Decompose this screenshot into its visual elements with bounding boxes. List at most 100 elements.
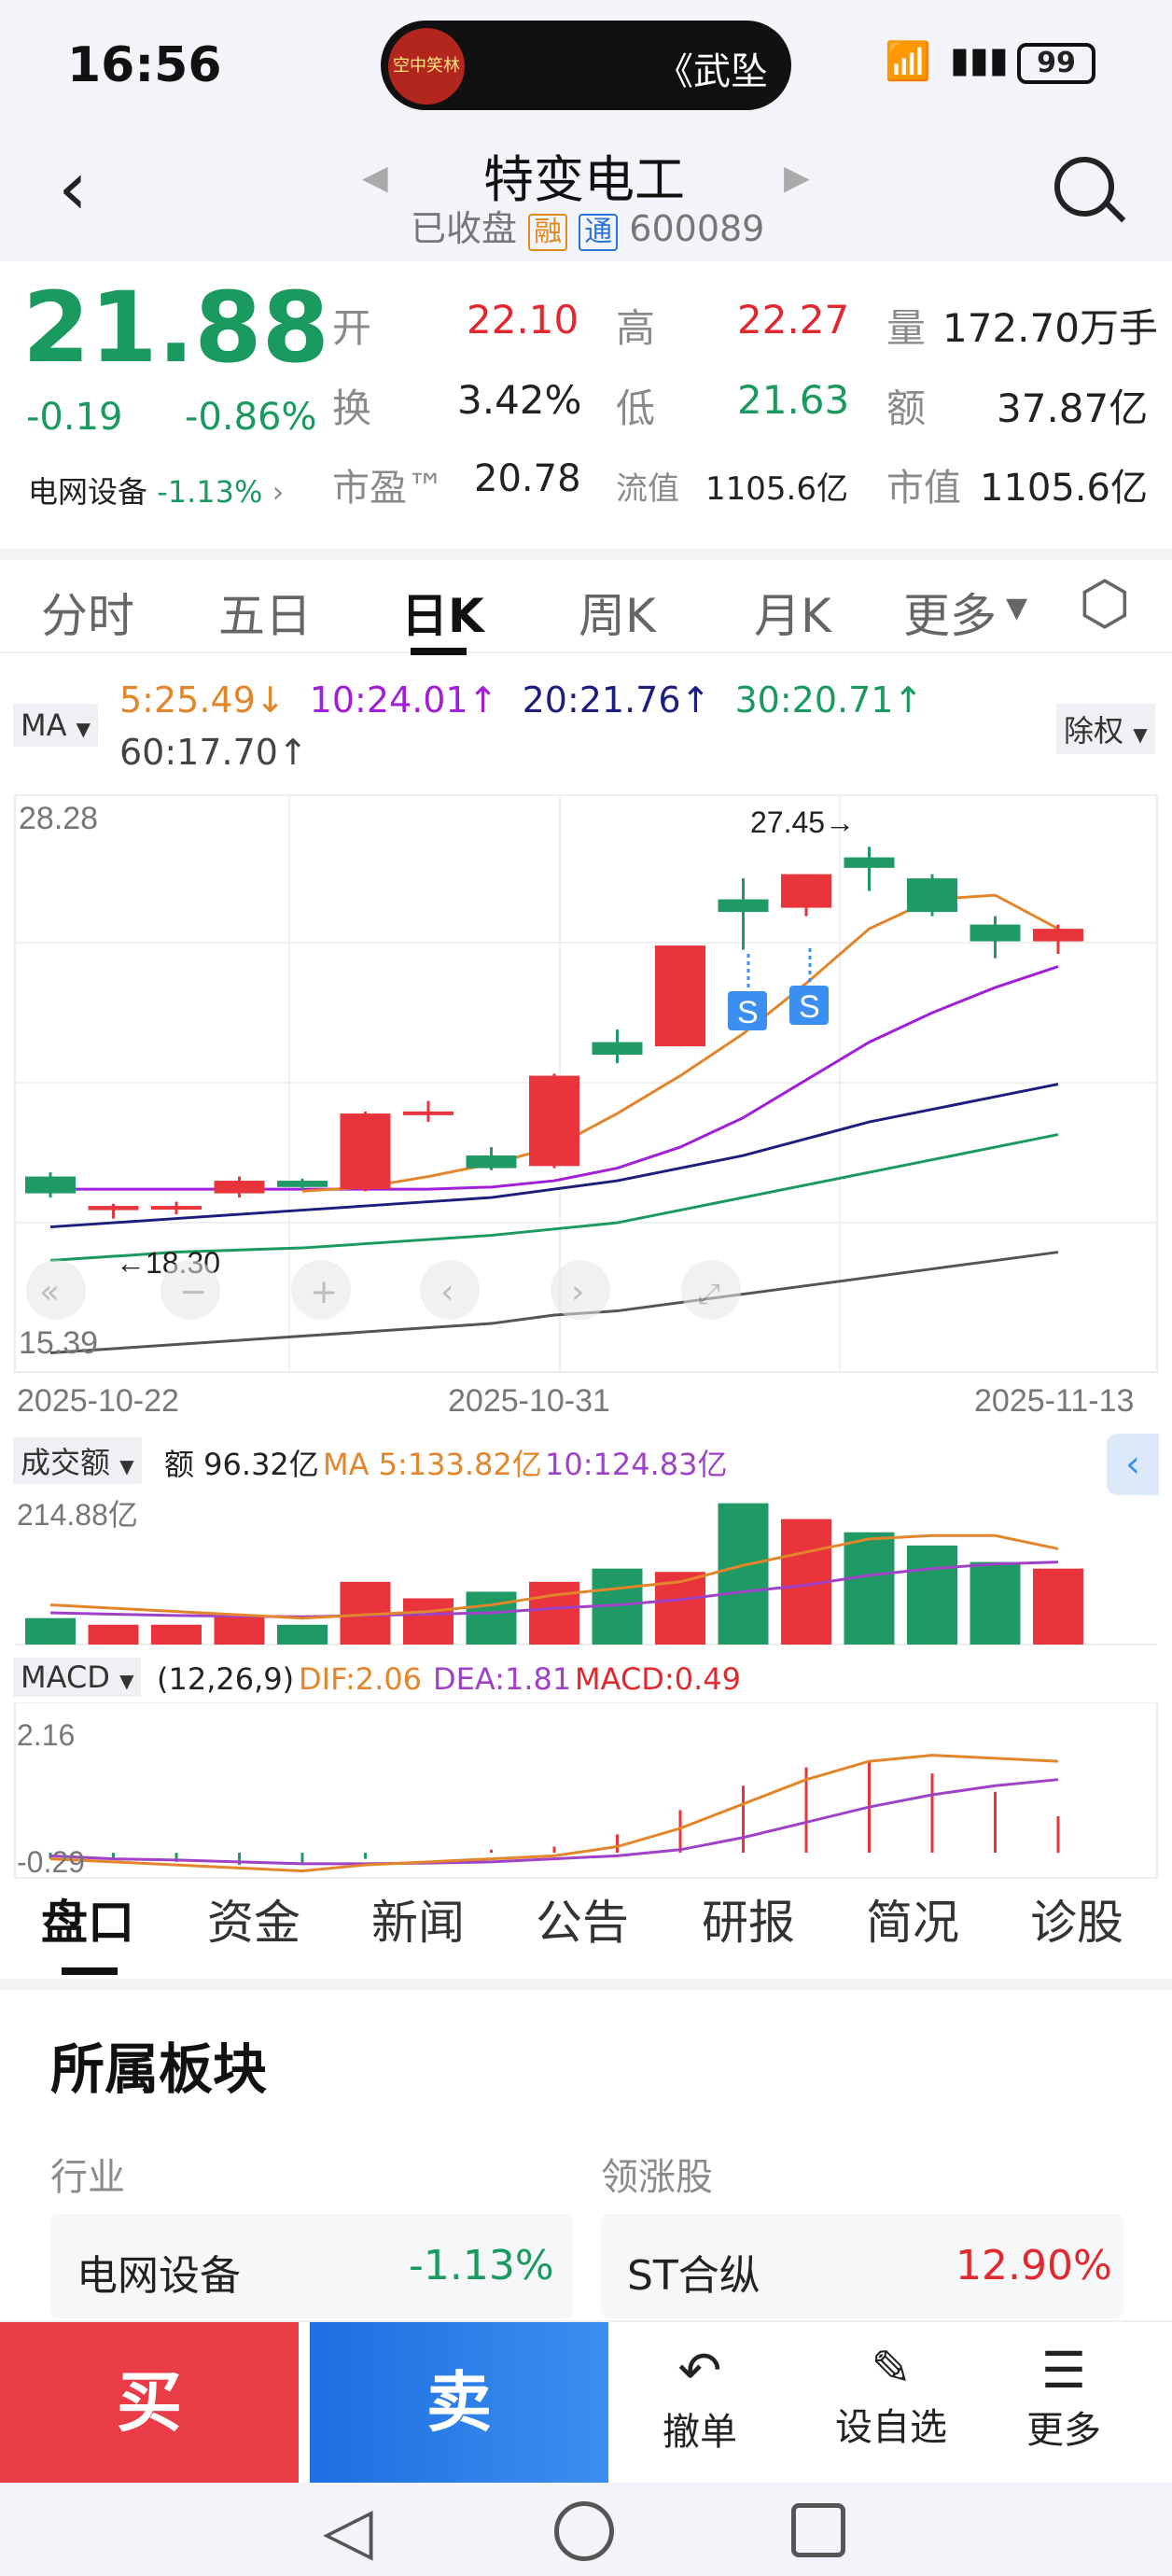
- amount-label: 额: [886, 385, 927, 431]
- tab-pankou[interactable]: 盘口: [41, 1885, 134, 1953]
- section-title: 所属板块: [50, 2037, 268, 2101]
- settings-hex-icon[interactable]: ⬡: [1079, 569, 1131, 638]
- status-time: 16:56: [67, 37, 222, 93]
- tab-profile[interactable]: 简况: [866, 1885, 959, 1953]
- nav-back-icon[interactable]: ◁: [323, 2492, 373, 2569]
- tab-five-day[interactable]: 五日: [218, 579, 312, 646]
- chart-tabs: 分时 五日 日K 周K 月K 更多 ▼ ⬡: [0, 560, 1172, 655]
- leader-pct: 12.90%: [956, 2242, 1112, 2289]
- collapse-panel-icon[interactable]: ‹: [1107, 1434, 1159, 1495]
- date-label-end: 2025-11-13: [974, 1383, 1134, 1419]
- prev-stock-icon[interactable]: ◀: [362, 159, 388, 197]
- candlestick: [340, 1111, 391, 1192]
- nav-home-icon[interactable]: [554, 2501, 614, 2561]
- k-ymax-label: 28.28: [19, 801, 98, 836]
- macd-params: (12,26,9): [157, 1661, 295, 1697]
- undo-icon: ↶: [677, 2341, 722, 2401]
- date-label-start: 2025-10-22: [17, 1383, 179, 1419]
- tab-research[interactable]: 研报: [702, 1885, 795, 1953]
- tab-announcements[interactable]: 公告: [536, 1885, 629, 1953]
- dif-line: [49, 1754, 1059, 1873]
- tab-daily-k[interactable]: 日K: [401, 579, 484, 646]
- macd-value: MACD:0.49: [575, 1661, 741, 1697]
- system-nav-bar: ◁: [0, 2483, 1172, 2576]
- dynamic-island[interactable]: 空中笑林 《武坠: [381, 21, 791, 110]
- tab-weekly-k[interactable]: 周K: [579, 579, 656, 646]
- cancel-order-button[interactable]: ↶ 撤单: [635, 2341, 765, 2456]
- stock-subtitle: 已收盘 融 通 600089: [411, 200, 764, 251]
- candlestick: [529, 1073, 579, 1169]
- kline-chart[interactable]: 28.28 15.39 27.45→ ←18.30 S S « − + ‹ › …: [0, 793, 1172, 1428]
- volume-selector-label: 成交额: [21, 1445, 111, 1480]
- add-watchlist-button[interactable]: ✎ 设自选: [821, 2341, 961, 2451]
- macd-dif: DIF:2.06: [299, 1661, 423, 1697]
- sector-link[interactable]: 电网设备 -1.13% ›: [28, 469, 284, 511]
- volume-chart: 214.88亿: [15, 1498, 1157, 1645]
- turnover-value: 3.42%: [457, 377, 582, 423]
- tab-monthly-k[interactable]: 月K: [754, 579, 831, 646]
- ma60-value: 60:17.70↑: [119, 732, 308, 773]
- tab-funds[interactable]: 资金: [207, 1885, 300, 1953]
- open-label: 开: [332, 305, 372, 351]
- status-bar: 16:56 空中笑林 《武坠 📶 ▮▮▮ 99: [0, 0, 1172, 131]
- candlestick: [655, 945, 705, 1047]
- wifi-icon: 📶: [885, 40, 931, 83]
- volume-bar: [718, 1503, 769, 1645]
- high-value: 22.27: [737, 297, 850, 343]
- macd-ymax: 2.16: [17, 1718, 75, 1752]
- divider: [0, 1979, 1172, 1990]
- volume-bar: [403, 1598, 453, 1645]
- macd-selector[interactable]: MACD ▼: [13, 1658, 142, 1697]
- nav-recents-icon[interactable]: [791, 2503, 845, 2557]
- date-label-mid: 2025-10-31: [448, 1383, 610, 1419]
- industry-card[interactable]: 电网设备 -1.13%: [50, 2214, 573, 2318]
- search-icon-handle: [1104, 201, 1126, 223]
- tab-more[interactable]: 更多: [903, 579, 997, 646]
- header: ‹ ◀ 特变电工 ▶ 已收盘 融 通 600089: [0, 131, 1172, 261]
- candlestick: [214, 1176, 265, 1198]
- mcap-value: 1105.6亿: [980, 467, 1148, 510]
- back-icon[interactable]: ‹: [58, 151, 88, 226]
- candlestick: [781, 874, 831, 917]
- battery-icon: 99: [1017, 43, 1095, 84]
- ma-selector[interactable]: MA ▼: [13, 704, 99, 747]
- volume-selector[interactable]: 成交额 ▼: [13, 1437, 142, 1484]
- leader-label: 领涨股: [601, 2156, 713, 2199]
- svg-text:⤢: ⤢: [698, 1278, 720, 1310]
- menu-icon: ☰: [1040, 2341, 1087, 2400]
- volume-bar: [88, 1624, 139, 1645]
- more-button[interactable]: ☰ 更多: [1008, 2341, 1120, 2454]
- amount-value: 37.87亿: [997, 385, 1149, 431]
- k-ymin-label: 15.39: [19, 1325, 98, 1361]
- signal-marker-s[interactable]: S: [728, 954, 767, 1030]
- peak-annotation: 27.45→: [750, 805, 855, 839]
- volume-bar: [1033, 1568, 1083, 1645]
- svg-text:−: −: [179, 1273, 207, 1311]
- signal-marker-s[interactable]: S: [789, 948, 829, 1025]
- tab-news[interactable]: 新闻: [371, 1885, 465, 1953]
- ma10-value: 10:24.01↑: [309, 679, 498, 721]
- volume-amount: 额 96.32亿: [164, 1447, 319, 1482]
- quote-panel: 21.88 -0.19 -0.86% 电网设备 -1.13% › 开 22.10…: [0, 271, 1172, 551]
- leader-card[interactable]: ST合纵 12.90%: [601, 2214, 1123, 2318]
- volume-bar: [277, 1624, 328, 1645]
- industry-name: 电网设备: [77, 2252, 241, 2300]
- svg-text:S: S: [737, 995, 759, 1030]
- margin-badge: 融: [528, 214, 568, 251]
- ma5-value: 5:25.49↓: [119, 679, 286, 721]
- info-tab-indicator: [62, 1967, 118, 1975]
- industry-pct: -1.13%: [409, 2242, 554, 2289]
- next-stock-icon[interactable]: ▶: [784, 159, 810, 197]
- sell-button[interactable]: 卖: [310, 2322, 608, 2483]
- volume-ma10: 10:124.83亿: [545, 1447, 728, 1482]
- chevron-down-icon: ▼: [1006, 592, 1028, 624]
- search-icon[interactable]: [1054, 157, 1114, 217]
- buy-button[interactable]: 买: [0, 2322, 299, 2483]
- tab-diagnosis[interactable]: 诊股: [1030, 1885, 1123, 1953]
- avatar: 空中笑林: [388, 28, 465, 105]
- tab-fenshi[interactable]: 分时: [41, 579, 134, 646]
- adjust-selector[interactable]: 除权 ▼: [1056, 704, 1155, 754]
- avatar-text: 空中笑林: [393, 56, 460, 76]
- low-value: 21.63: [737, 377, 850, 423]
- svg-text:›: ›: [571, 1273, 584, 1311]
